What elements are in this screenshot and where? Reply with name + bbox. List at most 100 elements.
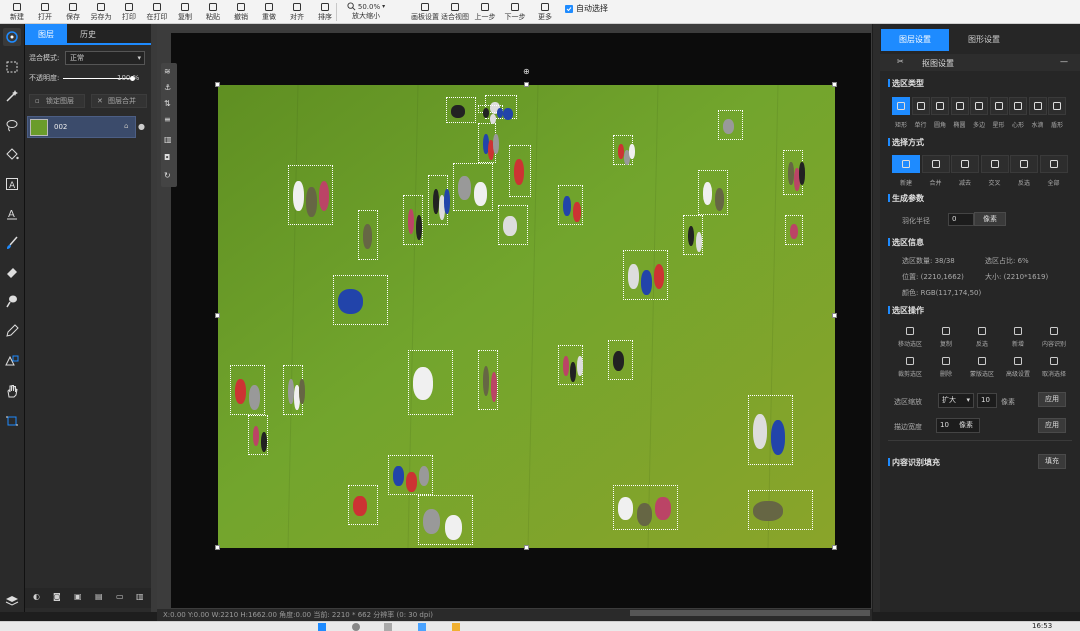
op-button-target[interactable]: 内容识别 bbox=[1039, 326, 1069, 354]
op-button-invert[interactable]: 反选 bbox=[967, 326, 997, 354]
shape-button-ellipse[interactable] bbox=[950, 97, 969, 115]
group-icon[interactable]: ▣ bbox=[74, 592, 82, 601]
tool-pen[interactable] bbox=[3, 322, 21, 340]
shape-button-star[interactable] bbox=[989, 97, 1008, 115]
toolbar-button-undo[interactable]: 撤销 bbox=[226, 0, 256, 24]
mode-button-intersect[interactable] bbox=[980, 155, 1009, 173]
tab-layers[interactable]: 图层 bbox=[25, 24, 67, 45]
tab-layer-settings[interactable]: 图层设置 bbox=[881, 29, 949, 51]
auto-select-checkbox[interactable]: 自动选择 bbox=[565, 3, 608, 14]
tool-text[interactable]: A bbox=[3, 175, 21, 193]
lock-icon[interactable]: ◘ bbox=[164, 153, 170, 162]
eye-icon[interactable]: ● bbox=[138, 122, 145, 131]
mode-button-add-select[interactable] bbox=[921, 155, 950, 173]
tool-smudge[interactable] bbox=[3, 292, 21, 310]
expand-select[interactable]: 扩大 ▾ bbox=[938, 393, 974, 408]
tool-layers-toggle[interactable] bbox=[3, 592, 21, 610]
mode-button-new-select[interactable] bbox=[892, 155, 920, 173]
app-icon[interactable] bbox=[418, 623, 426, 631]
toolbar-button-zoom-fit[interactable]: 适合视图 bbox=[440, 0, 470, 24]
flip-icon[interactable]: ⇅ bbox=[164, 99, 171, 108]
tool-quick-select[interactable] bbox=[3, 28, 21, 46]
toolbar-button-canvas-size[interactable]: 画板设置 bbox=[410, 0, 440, 24]
trash-icon[interactable]: ▥ bbox=[136, 592, 144, 601]
border-apply-button[interactable]: 应用 bbox=[1038, 418, 1066, 433]
toolbar-button-print[interactable]: 打印 bbox=[114, 0, 144, 24]
stack-icon[interactable]: ≡ bbox=[164, 115, 171, 124]
duplicate-icon[interactable]: ▤ bbox=[95, 592, 103, 601]
lock-layer-button[interactable]: ▫ 锁定图层 bbox=[29, 94, 85, 108]
op-button-gear[interactable]: 高级设置 bbox=[1003, 356, 1033, 384]
canvas-hscrollbar[interactable] bbox=[630, 610, 870, 616]
tool-fill[interactable] bbox=[3, 145, 21, 163]
feather-input[interactable]: 0 bbox=[948, 213, 974, 226]
tool-brush[interactable] bbox=[3, 234, 21, 252]
resize-handle-bl[interactable] bbox=[215, 545, 220, 550]
anchor-icon[interactable]: ⚓ bbox=[164, 83, 171, 92]
tool-hand[interactable] bbox=[3, 382, 21, 400]
shape-button-drop[interactable] bbox=[1028, 97, 1047, 115]
resize-handle-t[interactable] bbox=[524, 82, 529, 87]
resize-handle-tl[interactable] bbox=[215, 82, 220, 87]
shape-button-diamond[interactable] bbox=[970, 97, 988, 115]
toolbar-button-align[interactable]: 对齐 bbox=[282, 0, 312, 24]
folder-icon[interactable]: ▭ bbox=[116, 592, 124, 601]
resize-handle-tr[interactable] bbox=[832, 82, 837, 87]
layer-lock-icon[interactable]: ⌂ bbox=[124, 122, 128, 130]
blend-mode-select[interactable]: 正常 ▾ bbox=[65, 51, 145, 65]
shape-button-rect-select[interactable] bbox=[892, 97, 910, 115]
layer-item[interactable]: 002 ⌂ bbox=[27, 116, 136, 138]
resize-handle-b[interactable] bbox=[524, 545, 529, 550]
toolbar-button-more[interactable]: 更多 bbox=[530, 0, 560, 24]
rotate-handle-icon[interactable]: ⊕ bbox=[523, 67, 530, 76]
mask-add-icon[interactable]: ◙ bbox=[53, 592, 61, 601]
rotate-icon[interactable]: ↻ bbox=[164, 171, 171, 180]
mode-button-sub-select[interactable] bbox=[951, 155, 979, 173]
mode-button-union[interactable] bbox=[1039, 155, 1068, 173]
search-icon[interactable] bbox=[352, 623, 360, 631]
shape-button-round-rect[interactable] bbox=[931, 97, 949, 115]
op-button-mask[interactable]: 蒙版选区 bbox=[967, 356, 997, 384]
tool-lasso[interactable] bbox=[3, 116, 21, 134]
resize-handle-br[interactable] bbox=[832, 545, 837, 550]
resize-handle-r[interactable] bbox=[832, 313, 837, 318]
photo-layer[interactable] bbox=[218, 85, 835, 548]
shape-button-row-select[interactable] bbox=[911, 97, 930, 115]
op-button-crop[interactable]: 裁剪选区 bbox=[895, 356, 925, 384]
tab-history[interactable]: 历史 bbox=[67, 24, 109, 45]
toolbar-button-paste[interactable]: 粘贴 bbox=[198, 0, 228, 24]
expand-apply-button[interactable]: 应用 bbox=[1038, 392, 1066, 407]
tool-magic-wand[interactable] bbox=[3, 87, 21, 105]
mode-button-xor[interactable] bbox=[1010, 155, 1038, 173]
toolbar-button-new-file[interactable]: 新建 bbox=[2, 0, 32, 24]
expand-input[interactable]: 10 bbox=[977, 393, 997, 408]
toolbar-button-copy[interactable]: 复制 bbox=[170, 0, 200, 24]
tool-crop[interactable] bbox=[3, 412, 21, 430]
border-input[interactable]: 10 像素 bbox=[936, 418, 980, 433]
toolbar-button-save[interactable]: 保存 bbox=[58, 0, 88, 24]
toolbar-button-prev-step[interactable]: 上一步 bbox=[470, 0, 500, 24]
shape-button-heart[interactable] bbox=[1009, 97, 1027, 115]
op-button-move[interactable]: 移动选区 bbox=[895, 326, 925, 354]
taskview-icon[interactable] bbox=[384, 623, 392, 631]
canvas-vscrollbar[interactable] bbox=[873, 24, 880, 612]
toolbar-button-next-step[interactable]: 下一步 bbox=[500, 0, 530, 24]
tab-shape-settings[interactable]: 图形设置 bbox=[950, 29, 1018, 51]
shape-button-shield[interactable] bbox=[1048, 97, 1066, 115]
resize-handle-l[interactable] bbox=[215, 313, 220, 318]
zoom-control[interactable]: 50.0% ▾ 放大缩小 bbox=[342, 0, 390, 24]
op-button-add-op[interactable]: 新增 bbox=[1003, 326, 1033, 354]
tool-type[interactable]: A bbox=[3, 204, 21, 222]
op-button-trash[interactable]: 删除 bbox=[931, 356, 961, 384]
windows-start-icon[interactable] bbox=[318, 623, 326, 631]
op-button-copy-sel[interactable]: 复制 bbox=[931, 326, 961, 354]
content-fill-button[interactable]: 填充 bbox=[1038, 454, 1066, 469]
tool-shape[interactable] bbox=[3, 351, 21, 369]
delete-icon[interactable]: ▥ bbox=[164, 135, 172, 144]
op-button-close-sel[interactable]: 取消选择 bbox=[1039, 356, 1069, 384]
layer-up-icon[interactable]: ≋ bbox=[164, 67, 171, 76]
toolbar-button-redo[interactable]: 重做 bbox=[254, 0, 284, 24]
folder-app-icon[interactable] bbox=[452, 623, 460, 631]
toolbar-button-open-folder[interactable]: 打开 bbox=[30, 0, 60, 24]
collapse-icon[interactable]: — bbox=[1060, 57, 1068, 66]
